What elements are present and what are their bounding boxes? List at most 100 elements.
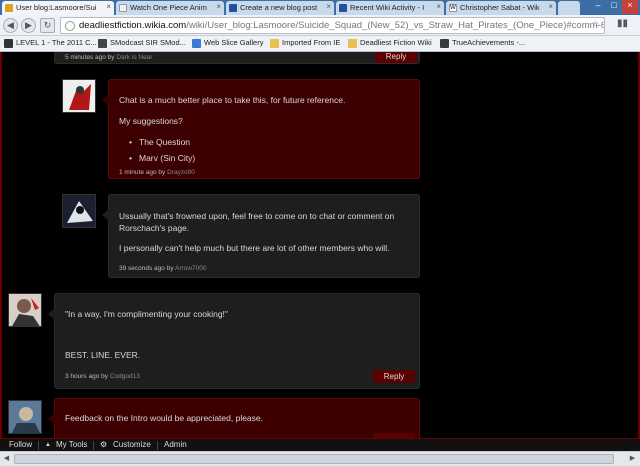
list-item: The Question (129, 137, 195, 148)
gear-icon: ⚙ (100, 440, 108, 449)
comment-pointer (102, 94, 109, 106)
close-icon[interactable]: × (436, 2, 441, 11)
wikia-favicon-icon (339, 4, 347, 12)
comment-text: Rorschach's page. (119, 223, 190, 233)
comment-author-link[interactable]: Drayzo90 (167, 169, 195, 176)
comment-by: by (158, 169, 166, 176)
avatar-image (9, 294, 41, 326)
comment-text: My suggestions? (119, 116, 183, 126)
bookmark-favicon-icon (192, 39, 201, 48)
scrollbar-thumb[interactable] (14, 454, 614, 464)
toolbar-divider (38, 441, 39, 450)
url-path: /wiki/User_blog:Lasmoore/Suicide_Squad_(… (186, 20, 605, 31)
forward-arrow-icon[interactable]: ▶ (21, 18, 36, 33)
wrench-menu-icon[interactable]: ▮▮ (610, 18, 635, 33)
bookmark-item[interactable]: Web Slice Gallery (192, 38, 263, 48)
comments-section: 5 minutes ago by Dark is Near Reply Chat… (0, 52, 640, 438)
globe-icon (65, 21, 75, 31)
comment-author-link[interactable]: Dark is Near (116, 54, 152, 61)
bookmark-label: TrueAchievements -... (452, 38, 526, 47)
avatar[interactable] (62, 194, 96, 228)
address-toolbar: ◀ ▶ ↻ deadliestfiction.wikia.com/wiki/Us… (0, 15, 640, 36)
bookmark-label: Deadliest Fiction Wiki (360, 38, 432, 47)
comment: Chat is a much better place to take this… (102, 79, 420, 179)
bookmark-label: LEVEL 1 - The 2011 C... (16, 38, 97, 47)
reply-button[interactable]: Reply (373, 370, 415, 383)
comment-pointer (48, 308, 55, 320)
bookmark-label: Imported From IE (282, 38, 341, 47)
tab-user-blog[interactable]: User blog:Lasmoore/Sui × (2, 1, 114, 15)
folder-icon (270, 39, 279, 48)
tab-christopher-sabat[interactable]: W Christopher Sabat - Wik × (446, 1, 556, 15)
comment-meta: 3 hours ago by Codgod13 (65, 373, 140, 380)
comment: Ussually that's frowned upon, feel free … (102, 194, 420, 278)
tab-title: Christopher Sabat - Wik (460, 3, 540, 12)
bookmark-folder[interactable]: Deadliest Fiction Wiki (348, 38, 432, 48)
url-input[interactable]: deadliestfiction.wikia.com/wiki/User_blo… (60, 17, 605, 34)
admin-link[interactable]: Admin (164, 440, 187, 449)
my-tools-link[interactable]: My Tools (56, 440, 87, 449)
maximize-icon[interactable]: □ (606, 0, 622, 14)
comment-text: I personally can't help much but there a… (119, 243, 390, 253)
avatar-image (63, 195, 95, 227)
page-border-left (0, 52, 2, 438)
tab-create-blog[interactable]: Create a new blog post × (226, 1, 334, 15)
tab-title: Create a new blog post (240, 3, 318, 12)
bookmark-favicon-icon (440, 39, 449, 48)
list-item: Marv (Sin City) (129, 153, 195, 164)
comment: "In a way, I'm complimenting your cookin… (48, 293, 420, 389)
avatar[interactable] (62, 79, 96, 113)
wikia-toolbar: Follow ▲ My Tools ⚙ Customize Admin (0, 438, 640, 451)
comment-author-link[interactable]: Arrow7000 (175, 265, 206, 272)
comment-by: by (101, 373, 109, 380)
comment-by: by (107, 54, 115, 61)
comment-pointer (102, 209, 109, 221)
comment-time: 39 seconds ago (119, 265, 165, 272)
comment-text: Chat is a much better place to take this… (119, 95, 346, 105)
comment-time: 1 minute ago (119, 169, 157, 176)
minimize-icon[interactable]: – (590, 0, 606, 14)
wikipedia-favicon-icon: W (449, 4, 457, 12)
new-tab-button[interactable] (558, 1, 580, 15)
comment-text: Ussually that's frowned upon, feel free … (119, 211, 395, 221)
bookmark-item[interactable]: LEVEL 1 - The 2011 C... (4, 38, 97, 48)
close-icon[interactable]: × (106, 2, 111, 11)
bookmark-item[interactable]: TrueAchievements -... (440, 38, 526, 48)
folder-icon (348, 39, 357, 48)
bookmark-folder[interactable]: Imported From IE (270, 38, 341, 48)
tab-one-piece[interactable]: Watch One Piece Anim × (116, 1, 224, 15)
avatar[interactable] (8, 400, 42, 434)
url-host: deadliestfiction.wikia.com (79, 20, 187, 31)
comment-author-link[interactable]: Codgod13 (110, 373, 140, 380)
bookmark-star-icon[interactable]: ☆ (591, 19, 600, 30)
tab-title: Watch One Piece Anim (130, 3, 207, 12)
scroll-left-icon[interactable]: ◀ (0, 453, 13, 465)
close-window-icon[interactable]: × (622, 0, 638, 14)
reply-button[interactable]: Reply (375, 52, 417, 63)
tab-recent-activity[interactable]: Recent Wiki Activity - I × (336, 1, 444, 15)
comment-text: "In a way, I'm complimenting your cookin… (65, 309, 228, 319)
wikia-favicon-icon (229, 4, 237, 12)
comment-meta: 1 minute ago by Drayzo90 (119, 169, 195, 176)
page-favicon-icon (119, 4, 127, 12)
suggestion-list: The Question Marv (Sin City) (129, 137, 195, 169)
close-icon[interactable]: × (216, 2, 221, 11)
close-icon[interactable]: × (548, 2, 553, 11)
bookmarks-bar: LEVEL 1 - The 2011 C... SModcast SIR SMo… (0, 36, 640, 52)
scroll-right-icon[interactable]: ▶ (626, 453, 639, 465)
wikia-favicon-icon (5, 4, 13, 12)
comment-time: 5 minutes ago (65, 54, 106, 61)
bookmark-item[interactable]: SModcast SIR SMod... (98, 38, 186, 48)
toolbar-divider (93, 441, 94, 450)
follow-link[interactable]: Follow (9, 440, 32, 449)
customize-link[interactable]: Customize (113, 440, 151, 449)
caret-up-icon: ▲ (45, 442, 51, 448)
horizontal-scrollbar[interactable]: ◀ ▶ (0, 451, 640, 466)
close-icon[interactable]: × (326, 2, 331, 11)
comment-pointer (48, 413, 55, 425)
avatar[interactable] (8, 293, 42, 327)
back-arrow-icon[interactable]: ◀ (3, 18, 18, 33)
tab-title: User blog:Lasmoore/Sui (16, 3, 97, 12)
comment-partial: 5 minutes ago by Dark is Near Reply (54, 52, 420, 64)
reload-icon[interactable]: ↻ (40, 18, 55, 33)
